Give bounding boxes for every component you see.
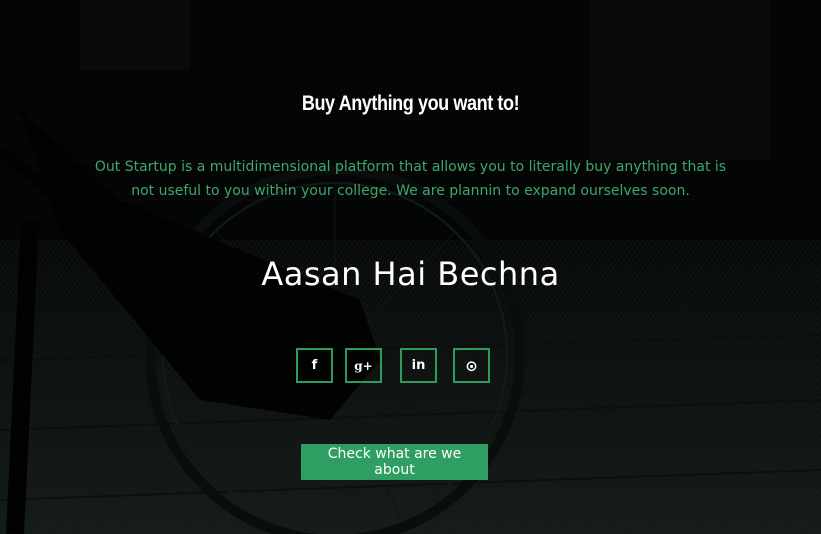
google-plus-button[interactable]: g+ bbox=[345, 348, 382, 383]
hero-description: Out Startup is a multidimensional platfo… bbox=[94, 159, 727, 199]
linkedin-button[interactable]: in bbox=[400, 348, 437, 383]
brand-title: Aasan Hai Bechna bbox=[261, 255, 560, 293]
github-icon: ⊙ bbox=[465, 356, 478, 375]
hero-section: Buy Anything you want to! Out Startup is… bbox=[0, 0, 821, 534]
linkedin-icon: in bbox=[411, 358, 426, 373]
google-plus-icon: g+ bbox=[354, 358, 373, 373]
facebook-button[interactable]: f bbox=[296, 348, 333, 383]
hero-headline: Buy Anything you want to! bbox=[301, 92, 520, 115]
about-cta-button[interactable]: Check what are we about bbox=[301, 444, 488, 480]
github-button[interactable]: ⊙ bbox=[453, 348, 490, 383]
facebook-icon: f bbox=[311, 358, 318, 373]
